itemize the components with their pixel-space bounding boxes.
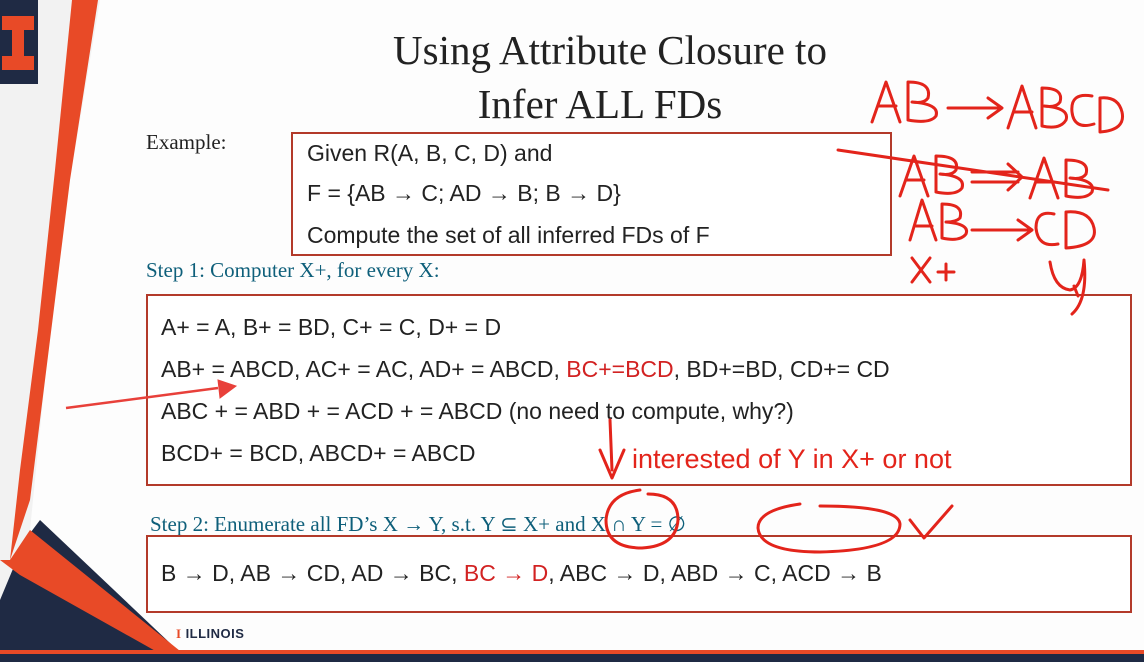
ink-ab-abcd-b2 (1040, 86, 1069, 129)
ink-arrow-2 (970, 218, 1034, 242)
ink-ab-abcd-d (1098, 96, 1125, 134)
red-arrow-line (65, 386, 219, 410)
ink-x-plus (910, 256, 956, 284)
ink-ab-abcd-a2 (1006, 84, 1038, 130)
ink-arrow-1 (946, 96, 1004, 120)
ink-arrow-down (598, 418, 626, 480)
ink-circle-intersection (756, 502, 902, 554)
ink-ab-abcd-b (906, 80, 938, 123)
ink-ab-abcd-a (870, 80, 902, 124)
slide: Using Attribute Closure to Infer ALL FDs… (0, 0, 1144, 662)
ink-ab-cd-a (908, 198, 938, 242)
ink-ab-abcd-c (1070, 93, 1096, 127)
ink-ab-ab-b2 (1064, 158, 1095, 199)
ink-y (1048, 258, 1087, 316)
ink-checkmark (908, 504, 954, 540)
handwritten-ink-layer (65, 80, 1125, 554)
ink-ab-cd-d (1064, 210, 1096, 250)
ink-circle-subset (604, 488, 680, 550)
ink-ab-cd-b (940, 202, 969, 241)
ink-y-tick (1072, 284, 1080, 298)
ink-ab-cd-c (1034, 211, 1060, 247)
red-arrow-head (217, 379, 238, 399)
ink-ab-ab-b (934, 154, 965, 195)
